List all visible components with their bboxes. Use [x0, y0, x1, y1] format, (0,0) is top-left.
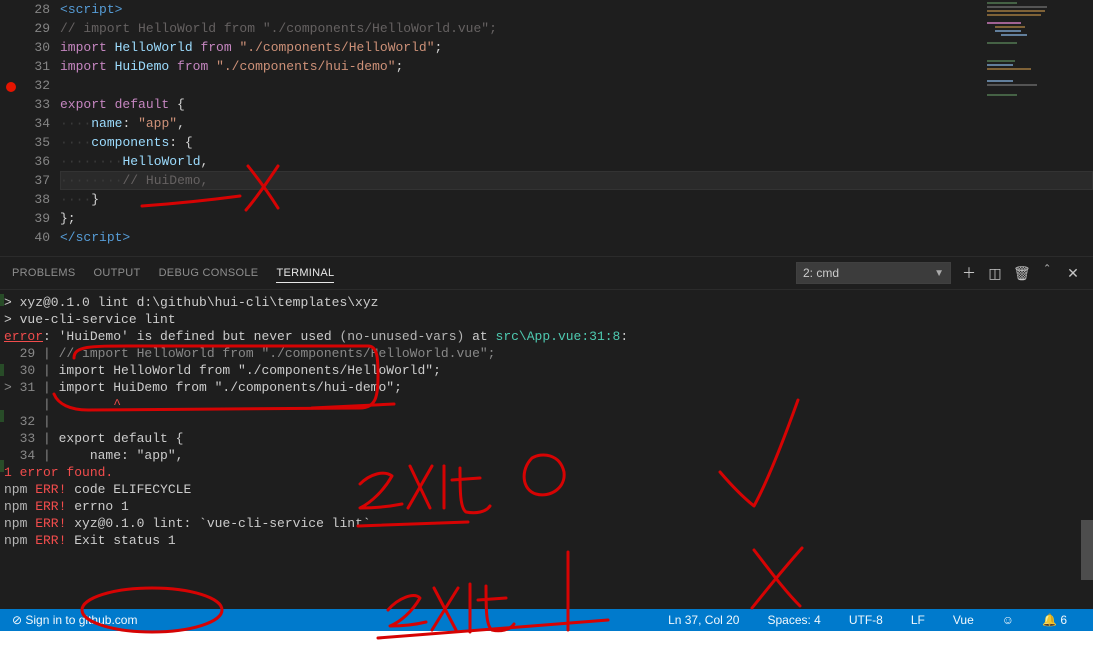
terminal-output[interactable]: > xyz@0.1.0 lint d:\github\hui-cli\templ…: [0, 290, 1093, 613]
terminal-line: 1 error found.: [4, 464, 1085, 481]
code-line[interactable]: ····components: {: [60, 133, 1093, 152]
code-content[interactable]: <script>// import HelloWorld from "./com…: [60, 0, 1093, 256]
new-terminal-icon[interactable]: ＋: [961, 263, 977, 283]
panel-tabs: PROBLEMS OUTPUT DEBUG CONSOLE TERMINAL 2…: [0, 257, 1093, 290]
terminal-line: npm ERR! Exit status 1: [4, 532, 1085, 549]
status-eol[interactable]: LF: [911, 613, 925, 627]
status-encoding[interactable]: UTF-8: [849, 613, 883, 627]
terminal-line: > xyz@0.1.0 lint d:\github\hui-cli\templ…: [4, 294, 1085, 311]
status-cursor-position[interactable]: Ln 37, Col 20: [668, 613, 739, 627]
kill-terminal-icon[interactable]: 🗑: [1013, 265, 1029, 282]
code-line[interactable]: <script>: [60, 0, 1093, 19]
tab-debug-console[interactable]: DEBUG CONSOLE: [159, 267, 259, 279]
terminal-line: 33 | export default {: [4, 430, 1085, 447]
code-editor[interactable]: 28293031323334353637383940 <script>// im…: [0, 0, 1093, 256]
terminal-line: npm ERR! code ELIFECYCLE: [4, 481, 1085, 498]
code-line[interactable]: import HelloWorld from "./components/Hel…: [60, 38, 1093, 57]
code-line[interactable]: [60, 76, 1093, 95]
status-github-signin[interactable]: ⊘ Sign in to github.com: [12, 613, 137, 627]
close-panel-icon[interactable]: ✕: [1065, 265, 1081, 282]
chevron-down-icon: ▼: [934, 268, 944, 279]
terminal-line: 30 | import HelloWorld from "./component…: [4, 362, 1085, 379]
terminal-line: 34 | name: "app",: [4, 447, 1085, 464]
maximize-panel-icon[interactable]: ＾: [1039, 263, 1055, 283]
terminal-line: npm ERR! xyz@0.1.0 lint: `vue-cli-servic…: [4, 515, 1085, 532]
code-line[interactable]: ········// HuiDemo,: [60, 171, 1093, 190]
status-indentation[interactable]: Spaces: 4: [767, 613, 820, 627]
tab-output[interactable]: OUTPUT: [94, 267, 141, 279]
scrollbar-thumb[interactable]: [1081, 520, 1093, 580]
bottom-panel: PROBLEMS OUTPUT DEBUG CONSOLE TERMINAL 2…: [0, 256, 1093, 613]
line-number-gutter: 28293031323334353637383940: [20, 0, 60, 256]
status-notifications[interactable]: 🔔 6: [1042, 613, 1067, 627]
code-line[interactable]: export default {: [60, 95, 1093, 114]
terminal-line: error: 'HuiDemo' is defined but never us…: [4, 328, 1085, 345]
status-bar: ⊘ Sign in to github.com Ln 37, Col 20 Sp…: [0, 609, 1093, 631]
code-line[interactable]: ····name: "app",: [60, 114, 1093, 133]
window-bottom-margin: [0, 631, 1093, 645]
code-line[interactable]: // import HelloWorld from "./components/…: [60, 19, 1093, 38]
code-line[interactable]: };: [60, 209, 1093, 228]
terminal-selector-label: 2: cmd: [803, 266, 839, 280]
terminal-line: > vue-cli-service lint: [4, 311, 1085, 328]
glyph-margin[interactable]: [0, 0, 20, 256]
terminal-line: 32 |: [4, 413, 1085, 430]
terminal-line: npm ERR! errno 1: [4, 498, 1085, 515]
code-line[interactable]: </script>: [60, 228, 1093, 247]
tab-problems[interactable]: PROBLEMS: [12, 267, 76, 279]
code-line[interactable]: ····}: [60, 190, 1093, 209]
breakpoint-indicator[interactable]: [6, 82, 16, 92]
code-line[interactable]: import HuiDemo from "./components/hui-de…: [60, 57, 1093, 76]
status-feedback-icon[interactable]: ☺: [1002, 613, 1014, 627]
terminal-line: | ^: [4, 396, 1085, 413]
terminal-line: > 31 | import HuiDemo from "./components…: [4, 379, 1085, 396]
status-language[interactable]: Vue: [953, 613, 974, 627]
panel-actions: 2: cmd ▼ ＋ ◫ 🗑 ＾ ✕: [796, 262, 1081, 284]
terminal-scrollbar[interactable]: [1079, 290, 1093, 613]
terminal-line: 29 | // import HelloWorld from "./compon…: [4, 345, 1085, 362]
tab-terminal[interactable]: TERMINAL: [276, 267, 334, 283]
code-line[interactable]: ········HelloWorld,: [60, 152, 1093, 171]
terminal-selector[interactable]: 2: cmd ▼: [796, 262, 951, 284]
split-terminal-icon[interactable]: ◫: [987, 265, 1003, 282]
